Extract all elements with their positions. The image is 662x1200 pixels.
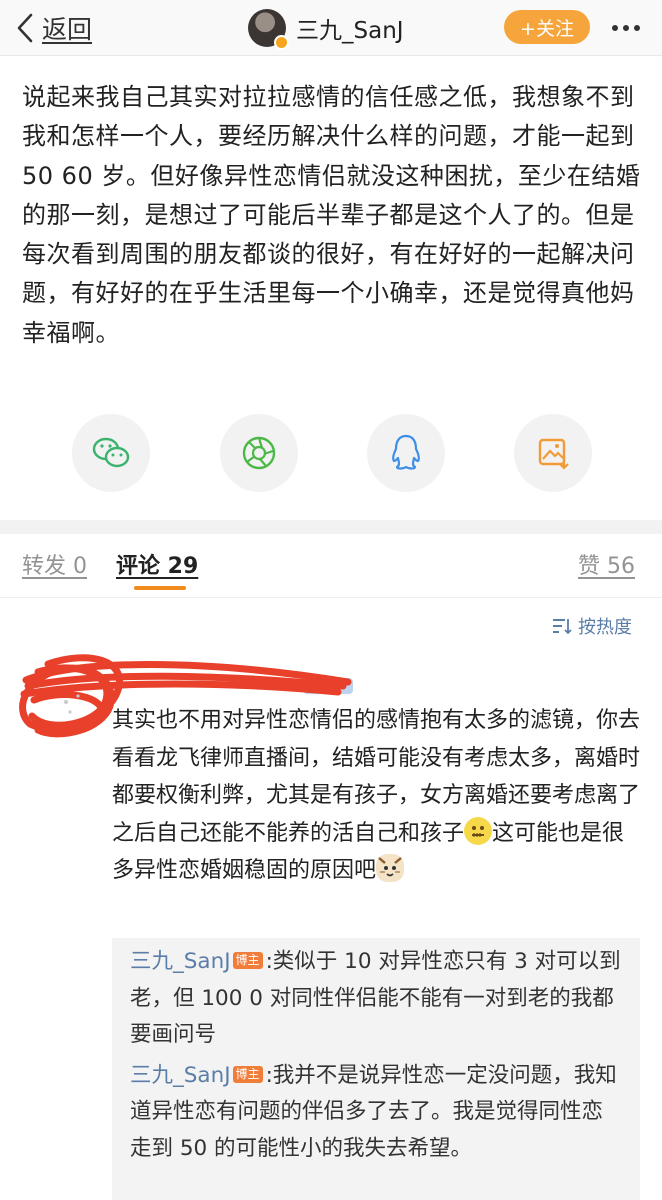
reply-author[interactable]: 三九_SanJ [130, 1063, 231, 1088]
verified-badge-icon [274, 35, 289, 50]
sort-by-hot-button[interactable]: 按热度 [552, 612, 632, 640]
share-row [72, 414, 592, 492]
back-button[interactable]: 返回 [14, 8, 92, 48]
zipped-mouth-emoji-icon [464, 816, 493, 845]
author-name[interactable]: 三九_SanJ [296, 11, 404, 45]
moments-icon [242, 436, 276, 470]
wechat-icon [92, 437, 130, 468]
author-badge: 博主 [232, 1065, 263, 1083]
reply-item[interactable]: 三九_SanJ 博主:类似于 10 对异性恋只有 3 对可以到老，但 100 0 … [130, 944, 622, 1054]
avatar[interactable] [248, 9, 289, 50]
share-moments-button[interactable] [220, 414, 298, 492]
save-image-button[interactable] [514, 414, 592, 492]
chevron-left-icon [14, 8, 38, 48]
follow-label: +关注 [520, 17, 574, 40]
cat-emoji-icon [376, 854, 405, 882]
share-qq-button[interactable] [367, 414, 445, 492]
more-options-button[interactable] [608, 12, 644, 44]
sort-icon [553, 619, 572, 635]
more-dots-icon [612, 25, 640, 31]
interaction-tabs: 转发 0 评论 29 赞 56 [0, 534, 662, 598]
post-text: 说起来我自己其实对拉拉感情的信任感之低，我想象不到我和怎样一个人，要经历解决什么… [22, 83, 641, 347]
section-divider [0, 520, 662, 534]
reply-item[interactable]: 三九_SanJ 博主:我并不是说异性恋一定没问题，我知道异性恋有问题的伴侣多了去了… [130, 1058, 622, 1168]
save-image-icon [538, 438, 569, 470]
qq-icon [392, 434, 420, 470]
tab-likes[interactable]: 赞 56 [578, 548, 635, 580]
comment-replies: 三九_SanJ 博主:类似于 10 对异性恋只有 3 对可以到老，但 100 0 … [112, 938, 640, 1200]
author-header[interactable]: 三九_SanJ [248, 7, 404, 50]
comment-text: 其实也不用对异性恋情侣的感情抱有太多的滤镜，你去看看龙飞律师直播间，结婚可能没有… [112, 702, 640, 890]
reply-author[interactable]: 三九_SanJ [130, 949, 231, 974]
active-tab-indicator [134, 586, 186, 590]
sort-label: 按热度 [578, 617, 632, 638]
share-wechat-button[interactable] [72, 414, 150, 492]
tab-reposts[interactable]: 转发 0 [22, 548, 87, 580]
back-label: 返回 [42, 15, 93, 44]
top-nav-bar: 返回 三九_SanJ +关注 [0, 0, 662, 56]
tab-comments[interactable]: 评论 29 [116, 548, 198, 580]
author-badge: 博主 [232, 952, 263, 969]
follow-button[interactable]: +关注 [504, 10, 590, 44]
